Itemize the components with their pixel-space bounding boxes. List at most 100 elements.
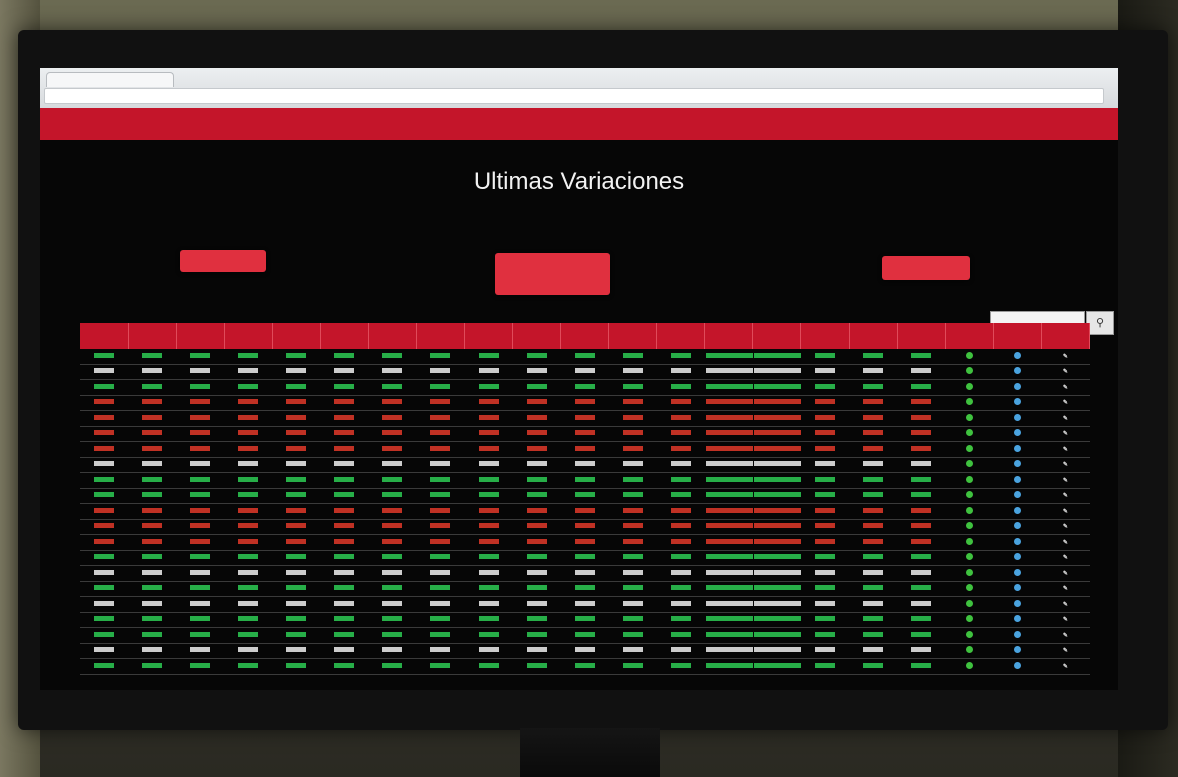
info-dot-icon[interactable] xyxy=(1013,475,1021,483)
table-row[interactable]: ✎ xyxy=(80,550,1090,566)
table-row[interactable]: ✎ xyxy=(80,379,1090,396)
table-row[interactable]: ✎ xyxy=(80,349,1090,365)
table-row[interactable]: ✎ xyxy=(80,426,1090,442)
column-header[interactable] xyxy=(224,323,273,349)
column-header[interactable] xyxy=(560,323,610,349)
info-dot-icon[interactable] xyxy=(1013,382,1021,390)
info-dot-icon[interactable] xyxy=(1013,460,1021,468)
column-header[interactable] xyxy=(849,323,898,349)
edit-icon[interactable]: ✎ xyxy=(1063,416,1068,422)
table-row[interactable]: ✎ xyxy=(80,658,1090,675)
column-header[interactable] xyxy=(704,323,754,349)
blurred-value xyxy=(574,662,595,668)
column-header[interactable] xyxy=(608,323,658,349)
info-dot-icon[interactable] xyxy=(1013,367,1021,375)
info-dot-icon[interactable] xyxy=(1013,506,1021,514)
table-row[interactable]: ✎ xyxy=(80,581,1090,597)
column-header[interactable] xyxy=(897,323,946,349)
edit-icon[interactable]: ✎ xyxy=(1063,540,1068,546)
blurred-value xyxy=(478,430,499,436)
table-row[interactable]: ✎ xyxy=(80,472,1090,489)
table-row[interactable]: ✎ xyxy=(80,410,1090,427)
edit-icon[interactable]: ✎ xyxy=(1063,586,1068,592)
column-header[interactable] xyxy=(993,323,1042,349)
info-dot-icon[interactable] xyxy=(1013,491,1021,499)
table-row[interactable]: ✎ xyxy=(80,627,1090,644)
column-header[interactable] xyxy=(656,323,706,349)
table-cell xyxy=(656,457,705,473)
table-row[interactable]: ✎ xyxy=(80,457,1090,473)
table-row[interactable]: ✎ xyxy=(80,364,1090,380)
column-header[interactable] xyxy=(800,323,850,349)
info-dot-icon[interactable] xyxy=(1013,615,1021,623)
column-header[interactable] xyxy=(272,323,321,349)
info-dot-icon[interactable] xyxy=(1013,630,1021,638)
info-dot-icon[interactable] xyxy=(1013,553,1021,561)
edit-icon[interactable]: ✎ xyxy=(1063,648,1068,654)
info-dot-icon[interactable] xyxy=(1013,522,1021,530)
column-header[interactable] xyxy=(368,323,417,349)
table-cell xyxy=(80,581,129,597)
left-action-button[interactable] xyxy=(180,250,266,272)
info-dot-icon[interactable] xyxy=(1013,429,1021,437)
edit-icon[interactable]: ✎ xyxy=(1063,602,1068,608)
edit-icon[interactable]: ✎ xyxy=(1063,509,1068,515)
table-row[interactable]: ✎ xyxy=(80,441,1090,458)
table-row[interactable]: ✎ xyxy=(80,519,1090,535)
column-header[interactable] xyxy=(1041,323,1091,349)
table-row[interactable]: ✎ xyxy=(80,395,1090,411)
column-header[interactable] xyxy=(416,323,466,349)
table-cell xyxy=(464,426,513,442)
column-header[interactable] xyxy=(176,323,225,349)
column-header[interactable] xyxy=(464,323,514,349)
edit-icon[interactable]: ✎ xyxy=(1063,524,1068,530)
edit-icon[interactable]: ✎ xyxy=(1063,617,1068,623)
blurred-value xyxy=(622,383,643,389)
edit-icon[interactable]: ✎ xyxy=(1063,555,1068,561)
edit-icon[interactable]: ✎ xyxy=(1063,664,1068,670)
table-cell xyxy=(897,349,946,365)
column-header[interactable] xyxy=(128,323,177,349)
edit-icon[interactable]: ✎ xyxy=(1063,633,1068,639)
info-dot-icon[interactable] xyxy=(1013,568,1021,576)
address-bar[interactable] xyxy=(44,88,1104,104)
table-row[interactable]: ✎ xyxy=(80,612,1090,628)
table-row[interactable]: ✎ xyxy=(80,534,1090,551)
table-row[interactable]: ✎ xyxy=(80,643,1090,659)
search-button[interactable]: ⚲ xyxy=(1086,311,1114,335)
info-dot-icon[interactable] xyxy=(1013,413,1021,421)
column-header[interactable] xyxy=(80,323,129,349)
edit-icon[interactable]: ✎ xyxy=(1063,369,1068,375)
right-action-button[interactable] xyxy=(882,256,970,280)
column-header[interactable] xyxy=(752,323,802,349)
column-header[interactable] xyxy=(945,323,994,349)
edit-icon[interactable]: ✎ xyxy=(1063,354,1068,360)
info-dot-icon[interactable] xyxy=(1013,444,1021,452)
info-dot-icon[interactable] xyxy=(1013,646,1021,654)
edit-icon[interactable]: ✎ xyxy=(1063,571,1068,577)
edit-icon[interactable]: ✎ xyxy=(1063,478,1068,484)
edit-icon[interactable]: ✎ xyxy=(1063,447,1068,453)
table-row[interactable]: ✎ xyxy=(80,565,1090,582)
edit-icon[interactable]: ✎ xyxy=(1063,431,1068,437)
table-row[interactable]: ✎ xyxy=(80,503,1090,520)
table-cell xyxy=(80,534,129,551)
info-dot-icon[interactable] xyxy=(1013,599,1021,607)
edit-icon[interactable]: ✎ xyxy=(1063,493,1068,499)
info-dot-icon[interactable] xyxy=(1013,584,1021,592)
edit-icon[interactable]: ✎ xyxy=(1063,462,1068,468)
center-action-button[interactable] xyxy=(495,253,610,295)
blurred-value xyxy=(286,631,307,637)
column-header[interactable] xyxy=(512,323,562,349)
table-row[interactable]: ✎ xyxy=(80,488,1090,504)
info-dot-icon[interactable] xyxy=(1013,398,1021,406)
info-dot-icon[interactable] xyxy=(1013,661,1021,669)
browser-tab[interactable] xyxy=(46,72,174,87)
info-dot-icon[interactable] xyxy=(1013,537,1021,545)
column-header[interactable] xyxy=(320,323,369,349)
edit-icon[interactable]: ✎ xyxy=(1063,385,1068,391)
info-dot-icon[interactable] xyxy=(1013,351,1021,359)
edit-icon[interactable]: ✎ xyxy=(1063,400,1068,406)
table-row[interactable]: ✎ xyxy=(80,596,1090,613)
table-cell xyxy=(128,364,177,380)
